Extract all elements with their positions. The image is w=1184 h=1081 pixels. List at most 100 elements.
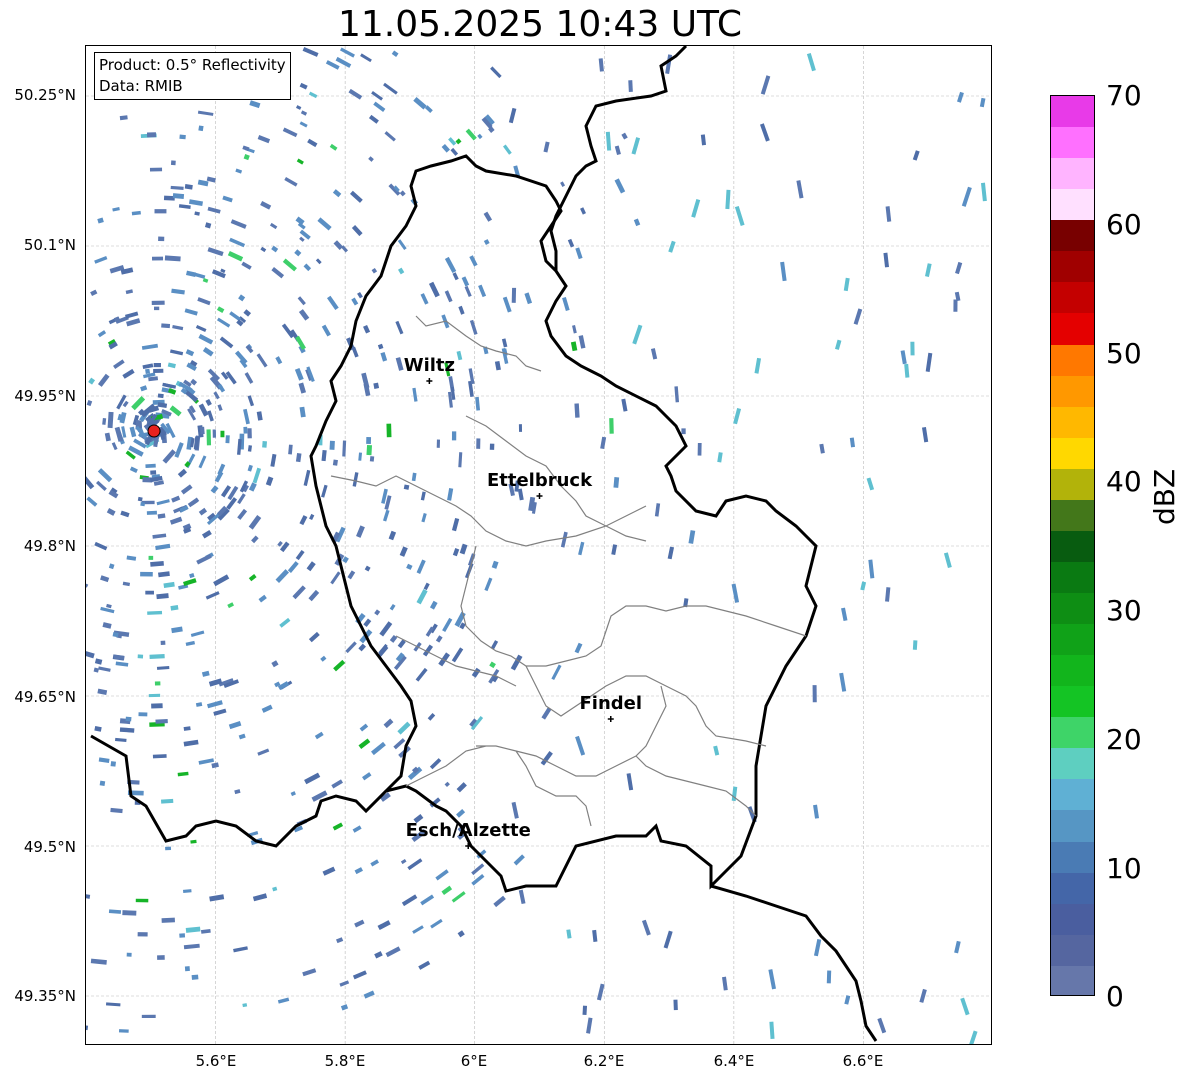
radar-echo — [279, 617, 291, 628]
colorbar-tick: 30 — [1106, 594, 1142, 627]
radar-echo — [575, 247, 583, 260]
radar-echo — [234, 789, 241, 795]
radar-echo — [122, 368, 135, 379]
radar-echo — [385, 946, 401, 958]
radar-echo — [226, 497, 238, 510]
radar-echo — [155, 543, 171, 551]
radar-echo — [161, 323, 171, 329]
radar-echo — [107, 411, 114, 429]
radar-echo — [258, 594, 267, 603]
map-frame[interactable]: Wiltz Ettelbruck Findel Esch/Alzette — [85, 45, 992, 1045]
radar-echo — [242, 145, 250, 152]
radar-echo — [877, 1017, 887, 1034]
radar-echo — [632, 324, 643, 345]
radar-echo — [116, 394, 127, 410]
radar-echo — [475, 396, 481, 411]
colorbar-tick: 70 — [1106, 79, 1142, 112]
radar-echo — [322, 866, 336, 876]
radar-echo — [93, 667, 100, 673]
radar-echo — [384, 131, 396, 142]
colorbar-tick: 40 — [1106, 465, 1142, 498]
radar-echo — [483, 239, 490, 245]
radar-echo — [100, 606, 115, 614]
radar-echo — [471, 667, 481, 678]
radar-echo — [154, 681, 161, 686]
radar-echo — [150, 470, 157, 475]
radar-echo — [243, 154, 250, 161]
colorbar-segment — [1051, 127, 1094, 159]
radar-echo — [97, 373, 110, 387]
radar-echo — [518, 424, 523, 432]
radar-echo — [248, 573, 257, 582]
radar-echo — [222, 195, 233, 203]
radar-echo — [586, 1017, 593, 1034]
radar-echo — [217, 404, 223, 412]
radar-echo — [613, 477, 620, 488]
radar-echo — [86, 649, 95, 659]
radar-echo — [428, 281, 440, 298]
radar-echo — [98, 757, 110, 764]
radar-echo — [320, 655, 327, 662]
radar-echo — [713, 745, 720, 756]
colorbar-tick: 10 — [1106, 852, 1142, 885]
radar-echo — [105, 1002, 121, 1007]
radar-echo — [717, 452, 723, 463]
radar-echo — [148, 693, 161, 698]
radar-echo — [292, 585, 306, 600]
colorbar-segment — [1051, 748, 1094, 780]
radar-echo — [844, 995, 851, 1005]
radar-echo — [321, 324, 331, 337]
radar-echo — [113, 359, 125, 370]
radar-echo — [560, 181, 566, 187]
radar-echo — [403, 484, 410, 490]
colorbar-segment — [1051, 841, 1094, 873]
radar-echo — [502, 296, 512, 313]
radar-echo — [304, 772, 321, 785]
france-border-south — [710, 884, 878, 1042]
radar-echo — [171, 626, 183, 634]
radar-echo — [458, 305, 465, 315]
radar-echo — [243, 408, 250, 425]
radar-echo — [137, 932, 148, 937]
radar-echo — [115, 661, 129, 667]
radar-echo — [674, 386, 680, 403]
radar-echo — [452, 272, 459, 281]
radar-echo — [252, 467, 262, 484]
radar-echo — [363, 383, 371, 397]
radar-echo — [154, 209, 167, 214]
radar-echo — [349, 190, 363, 203]
radar-echo — [411, 472, 417, 482]
radar-echo — [108, 909, 122, 914]
radar-echo — [233, 946, 248, 953]
radar-echo — [502, 144, 512, 155]
radar-echo — [592, 929, 598, 942]
radar-echo — [444, 781, 450, 788]
radar-echo — [271, 245, 279, 253]
radar-echo — [151, 703, 163, 709]
radar-echo — [451, 431, 457, 441]
radar-echo — [151, 256, 164, 261]
radar-echo — [358, 738, 371, 749]
radar-echo — [146, 132, 157, 138]
radar-echo — [196, 553, 212, 565]
x-tick-label: 6.6°E — [842, 1052, 884, 1070]
radar-echo — [354, 867, 363, 875]
y-tick-label: 49.5°N — [23, 838, 76, 856]
radar-echo — [314, 731, 324, 740]
radar-echo — [299, 236, 305, 242]
radar-echo — [407, 858, 423, 871]
radar-echo — [395, 320, 404, 335]
radar-echo — [206, 700, 223, 709]
radar-echo — [241, 261, 252, 270]
radar-site-marker[interactable] — [147, 424, 161, 438]
radar-echo — [151, 300, 165, 305]
radar-echo — [106, 603, 112, 609]
radar-echo — [248, 482, 257, 492]
radar-echo — [195, 702, 203, 707]
radar-echo — [277, 997, 290, 1004]
radar-map[interactable]: Wiltz Ettelbruck Findel Esch/Alzette — [86, 46, 992, 1045]
radar-echo — [351, 346, 359, 358]
radar-echo — [118, 1029, 129, 1033]
radar-echo — [356, 525, 365, 538]
radar-echo — [574, 403, 580, 418]
